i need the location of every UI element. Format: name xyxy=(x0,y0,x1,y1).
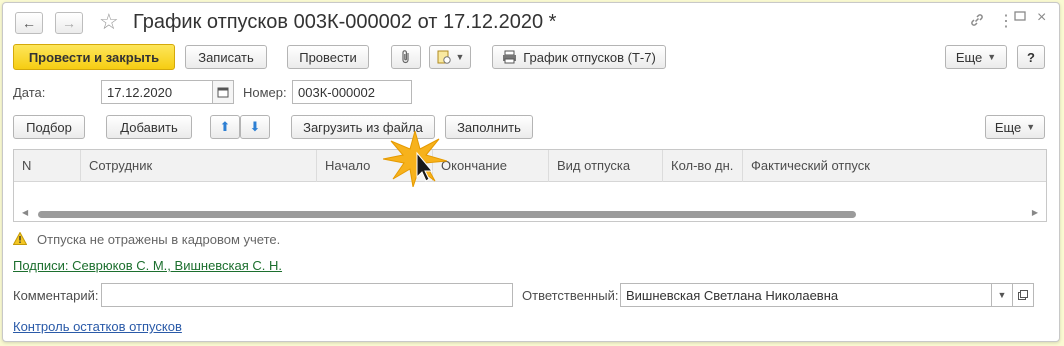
calendar-button[interactable] xyxy=(212,80,234,104)
vacation-balance-link[interactable]: Контроль остатков отпусков xyxy=(13,319,182,334)
scroll-right-icon[interactable]: ▶ xyxy=(1032,208,1038,217)
save-button[interactable]: Записать xyxy=(185,45,267,69)
chevron-down-icon: ▼ xyxy=(997,290,1007,300)
table-header: N Сотрудник Начало Окончание Вид отпуска… xyxy=(14,150,1046,182)
report-dropdown-button[interactable]: ▼ xyxy=(429,45,471,69)
responsible-label: Ответственный: xyxy=(522,288,619,303)
table-more-button[interactable]: Еще ▼ xyxy=(985,115,1045,139)
maximize-icon xyxy=(1014,11,1026,21)
fill-button[interactable]: Заполнить xyxy=(445,115,533,139)
forward-button[interactable]: → xyxy=(55,12,83,34)
calendar-icon xyxy=(217,87,229,98)
cursor-highlight-icon xyxy=(382,129,448,188)
report-icon xyxy=(437,50,451,64)
arrow-up-icon: ⬆ xyxy=(219,119,231,134)
chevron-down-icon: ▼ xyxy=(987,52,997,62)
arrow-right-icon: → xyxy=(62,15,76,31)
more-button-label: Еще xyxy=(955,49,983,65)
warning-text: Отпуска не отражены в кадровом учете. xyxy=(37,232,281,247)
add-button[interactable]: Добавить xyxy=(106,115,192,139)
pick-button[interactable]: Подбор xyxy=(13,115,85,139)
close-button[interactable]: × xyxy=(1037,9,1046,27)
print-button-label: График отпусков (Т-7) xyxy=(523,49,656,65)
warning-icon xyxy=(12,231,28,248)
responsible-dropdown-button[interactable]: ▼ xyxy=(991,283,1013,307)
vacation-table[interactable]: N Сотрудник Начало Окончание Вид отпуска… xyxy=(13,149,1047,222)
arrow-down-icon: ⬇ xyxy=(249,119,261,134)
link-icon[interactable] xyxy=(969,12,985,32)
table-more-label: Еще xyxy=(994,119,1022,135)
column-header-employee[interactable]: Сотрудник xyxy=(81,150,317,182)
number-field[interactable]: 003К-000002 xyxy=(292,80,412,104)
chevron-down-icon: ▼ xyxy=(1026,122,1036,132)
document-window: ← → ☆ График отпусков 003К-000002 от 17.… xyxy=(2,2,1060,342)
scrollbar-thumb[interactable] xyxy=(38,211,856,218)
maximize-button[interactable] xyxy=(1013,9,1027,27)
column-header-end[interactable]: Окончание xyxy=(433,150,549,182)
responsible-open-button[interactable] xyxy=(1012,283,1034,307)
chevron-down-icon: ▼ xyxy=(455,52,465,62)
responsible-field[interactable]: Вишневская Светлана Николаевна xyxy=(620,283,992,307)
post-and-close-button[interactable]: Провести и закрыть xyxy=(13,44,175,70)
paperclip-icon xyxy=(402,50,409,64)
date-label: Дата: xyxy=(13,85,46,100)
print-button[interactable]: График отпусков (Т-7) xyxy=(492,45,666,69)
horizontal-scrollbar[interactable]: ◀ ▶ xyxy=(14,208,1046,220)
vertical-ellipsis-icon[interactable]: ⋮ xyxy=(998,11,1014,31)
scroll-left-icon[interactable]: ◀ xyxy=(22,208,28,217)
date-field[interactable]: 17.12.2020 xyxy=(101,80,213,104)
back-button[interactable]: ← xyxy=(15,12,43,34)
open-icon xyxy=(1018,290,1028,300)
column-header-days[interactable]: Кол-во дн. xyxy=(663,150,743,182)
arrow-left-icon: ← xyxy=(22,15,36,31)
move-up-button[interactable]: ⬆ xyxy=(210,115,240,139)
post-button[interactable]: Провести xyxy=(287,45,369,69)
close-icon: × xyxy=(1037,9,1047,26)
comment-label: Комментарий: xyxy=(13,288,99,303)
attach-button[interactable] xyxy=(391,45,421,69)
signatures-link[interactable]: Подписи: Севрюков С. М., Вишневская С. Н… xyxy=(13,258,282,273)
column-header-vacation-type[interactable]: Вид отпуска xyxy=(549,150,663,182)
more-button[interactable]: Еще ▼ xyxy=(945,45,1007,69)
comment-field[interactable] xyxy=(101,283,513,307)
column-header-number[interactable]: N xyxy=(14,150,81,182)
printer-icon xyxy=(503,50,517,64)
page-title: График отпусков 003К-000002 от 17.12.202… xyxy=(133,11,557,33)
help-button[interactable]: ? xyxy=(1017,45,1045,69)
column-header-actual[interactable]: Фактический отпуск xyxy=(743,150,1046,182)
number-label: Номер: xyxy=(243,85,287,100)
move-down-button[interactable]: ⬇ xyxy=(240,115,270,139)
star-icon[interactable]: ☆ xyxy=(99,9,119,35)
